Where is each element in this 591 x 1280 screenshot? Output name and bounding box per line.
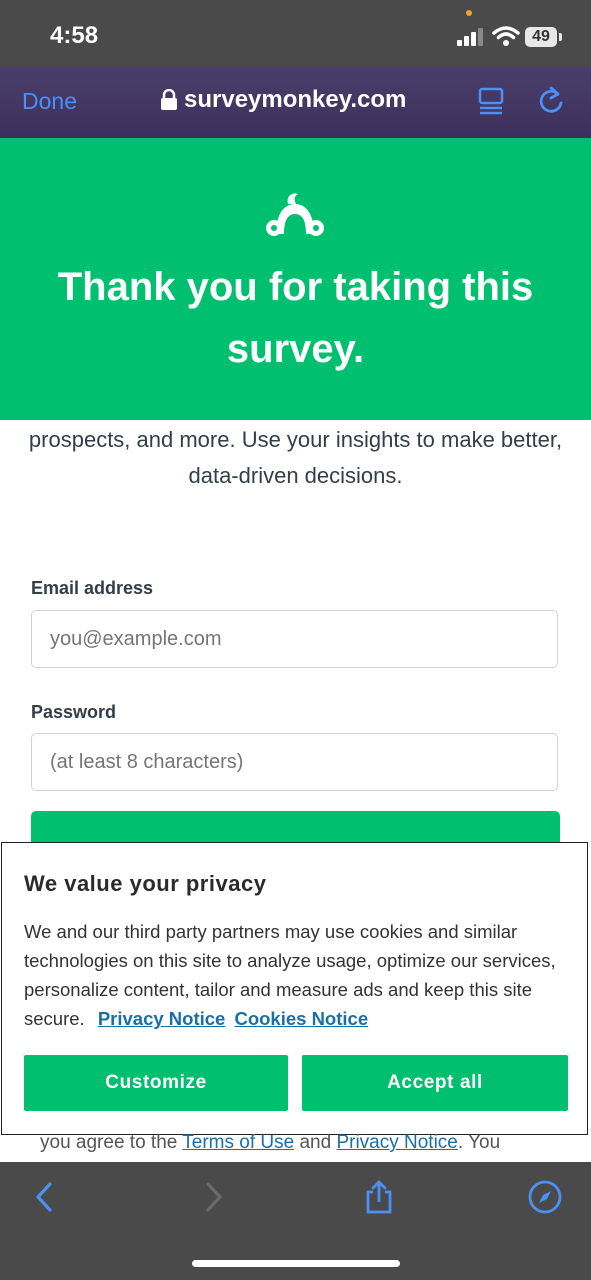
password-label: Password (31, 702, 117, 722)
status-bar: 4:58 49 (0, 0, 591, 66)
accept-all-button[interactable]: Accept all (302, 1055, 568, 1111)
privacy-notice-link[interactable]: Privacy Notice (98, 1008, 226, 1029)
terms-agreement-text: you agree to the Terms of Use and Privac… (40, 1132, 560, 1154)
customize-button[interactable]: Customize (24, 1055, 288, 1111)
consent-body: We and our third party partners may use … (24, 917, 564, 1033)
forward-icon (206, 1182, 222, 1212)
hero-title: Thank you for taking this survey. (57, 265, 534, 371)
consent-title: We value your privacy (24, 871, 267, 896)
surveymonkey-logo (266, 193, 324, 236)
done-button[interactable]: Done (22, 88, 77, 115)
cookies-notice-link[interactable]: Cookies Notice (234, 1008, 368, 1029)
battery-tip (559, 33, 562, 41)
email-label: Email address (31, 578, 154, 598)
terms-of-use-link[interactable]: Terms of Use (182, 1132, 294, 1153)
lock-icon (161, 89, 177, 110)
password-input[interactable] (31, 733, 558, 791)
terms-middle: and (294, 1132, 337, 1153)
wifi-icon (492, 26, 520, 46)
email-input[interactable] (31, 610, 558, 668)
terms-prefix: you agree to the (40, 1132, 183, 1153)
browser-top-bar: Done surveymonkey.com (0, 66, 591, 138)
privacy-indicator-dot (466, 10, 472, 16)
privacy-consent-dialog: We value your privacy We and our third p… (1, 842, 588, 1135)
url-label[interactable]: surveymonkey.com (184, 86, 406, 114)
share-icon[interactable] (362, 1180, 396, 1214)
cellular-signal-icon (457, 28, 483, 46)
back-icon[interactable] (28, 1180, 62, 1214)
footer-privacy-link[interactable]: Privacy Notice (336, 1132, 457, 1153)
compass-icon[interactable] (528, 1180, 562, 1214)
reload-icon[interactable] (536, 86, 566, 116)
thank-you-banner: Thank you for taking this survey. (0, 138, 591, 420)
status-time: 4:58 (50, 22, 99, 49)
terms-suffix: . You (457, 1132, 501, 1153)
home-indicator[interactable] (192, 1260, 400, 1267)
reader-icon[interactable] (477, 86, 505, 116)
lead-text: prospects, and more. Use your insights t… (28, 427, 563, 488)
battery-indicator: 49 (525, 27, 557, 47)
